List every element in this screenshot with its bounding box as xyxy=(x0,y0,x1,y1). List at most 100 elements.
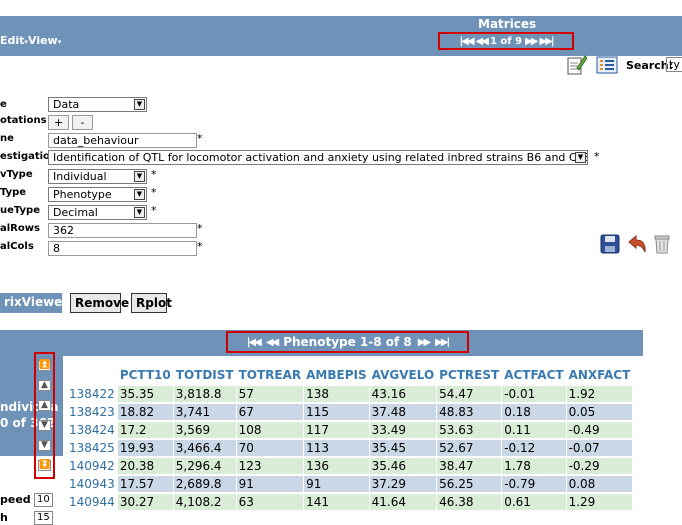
table-cell[interactable]: 0.61 xyxy=(502,494,566,510)
table-cell[interactable]: 17.57 xyxy=(117,476,173,492)
table-cell[interactable]: 48.83 xyxy=(437,404,502,420)
column-header[interactable]: ANXFACT xyxy=(567,366,633,384)
table-cell[interactable]: -0.49 xyxy=(566,422,633,438)
prev-row-icon[interactable]: ▲ xyxy=(38,400,51,412)
table-cell[interactable]: 35.45 xyxy=(369,440,437,456)
table-cell[interactable]: 0.05 xyxy=(566,404,633,420)
table-cell[interactable]: 63 xyxy=(236,494,304,510)
last-row-page-icon[interactable]: ⏬ xyxy=(38,459,51,471)
prev-row-page-icon[interactable]: ▲ xyxy=(38,380,51,392)
type-select[interactable]: Data ▼ xyxy=(48,97,147,112)
table-cell[interactable]: 3,466.4 xyxy=(173,440,236,456)
table-cell[interactable]: 3,741 xyxy=(173,404,236,420)
menu-view[interactable]: View▾ xyxy=(28,34,61,47)
row-id-link[interactable]: 140944 xyxy=(67,494,117,510)
column-header[interactable]: PCTT10 xyxy=(118,366,173,384)
table-cell[interactable]: 2,689.8 xyxy=(173,476,236,492)
first-row-page-icon[interactable]: ⏫ xyxy=(38,360,51,372)
trash-icon[interactable] xyxy=(652,233,672,255)
table-cell[interactable]: 37.29 xyxy=(369,476,437,492)
table-cell[interactable]: 108 xyxy=(236,422,304,438)
rowtype-select[interactable]: Individual ▼ xyxy=(48,169,147,184)
table-cell[interactable]: 41.64 xyxy=(369,494,437,510)
investigation-select[interactable]: Identification of QTL for locomotor acti… xyxy=(48,150,588,165)
table-cell[interactable]: 67 xyxy=(236,404,304,420)
table-cell[interactable]: 138 xyxy=(304,386,369,402)
remove-annotation-button[interactable]: - xyxy=(72,115,93,130)
menu-edit[interactable]: Edit▾ xyxy=(0,34,28,47)
table-cell[interactable]: 46.38 xyxy=(437,494,502,510)
undo-icon[interactable] xyxy=(625,233,649,255)
totalrows-input[interactable]: 362 xyxy=(48,223,197,238)
table-cell[interactable]: 19.93 xyxy=(117,440,173,456)
table-cell[interactable]: 91 xyxy=(236,476,304,492)
table-cell[interactable]: 56.25 xyxy=(437,476,502,492)
table-cell[interactable]: -0.12 xyxy=(502,440,566,456)
table-cell[interactable]: 30.27 xyxy=(117,494,173,510)
column-header[interactable]: TOTDIST xyxy=(174,366,236,384)
table-cell[interactable]: 141 xyxy=(304,494,369,510)
row-id-link[interactable]: 140942 xyxy=(67,458,117,474)
next-page-icon[interactable]: ▶▶ xyxy=(525,36,538,47)
table-cell[interactable]: 70 xyxy=(236,440,304,456)
table-cell[interactable]: -0.79 xyxy=(502,476,566,492)
remove-button[interactable]: Remove xyxy=(70,293,129,313)
first-page-icon[interactable]: |◀◀ xyxy=(460,36,475,47)
table-cell[interactable]: 38.47 xyxy=(437,458,502,474)
save-icon[interactable] xyxy=(599,233,621,255)
prev-page-icon[interactable]: ◀◀ xyxy=(266,337,279,348)
height-input[interactable]: 15 xyxy=(34,511,53,525)
speed-input[interactable]: 10 xyxy=(34,493,53,507)
table-cell[interactable]: 113 xyxy=(304,440,369,456)
valuetype-select[interactable]: Decimal ▼ xyxy=(48,205,147,220)
table-cell[interactable]: 43.16 xyxy=(369,386,437,402)
table-cell[interactable]: 17.2 xyxy=(117,422,173,438)
totalcols-input[interactable]: 8 xyxy=(48,241,197,256)
row-id-link[interactable]: 138424 xyxy=(67,422,117,438)
table-cell[interactable]: 3,569 xyxy=(173,422,236,438)
column-header[interactable]: AMBEPIS xyxy=(304,366,368,384)
table-cell[interactable]: 5,296.4 xyxy=(173,458,236,474)
column-header[interactable]: AVGVELO xyxy=(370,366,437,384)
rplot-button[interactable]: Rplot xyxy=(131,293,172,313)
table-cell[interactable]: -0.01 xyxy=(502,386,566,402)
column-header[interactable]: PCTREST xyxy=(437,366,501,384)
table-cell[interactable]: 35.35 xyxy=(117,386,173,402)
next-row-icon[interactable]: ▼ xyxy=(38,419,51,431)
table-cell[interactable]: 4,108.2 xyxy=(173,494,236,510)
table-cell[interactable]: 0.08 xyxy=(566,476,633,492)
list-icon[interactable] xyxy=(596,56,618,74)
prev-page-icon[interactable]: ◀◀ xyxy=(476,36,489,47)
table-cell[interactable]: 91 xyxy=(304,476,369,492)
column-header[interactable]: ACTFACT xyxy=(502,366,565,384)
table-cell[interactable]: 136 xyxy=(304,458,369,474)
search-input[interactable]: ty xyxy=(666,57,682,72)
last-page-icon[interactable]: ▶▶| xyxy=(539,36,554,47)
edit-icon[interactable] xyxy=(565,54,587,76)
table-cell[interactable]: 37.48 xyxy=(369,404,437,420)
add-annotation-button[interactable]: + xyxy=(48,115,69,130)
table-cell[interactable]: 117 xyxy=(304,422,369,438)
last-page-icon[interactable]: ▶▶| xyxy=(435,337,450,348)
table-cell[interactable]: -0.07 xyxy=(566,440,633,456)
table-cell[interactable]: 53.63 xyxy=(437,422,502,438)
tab-matrix-viewer[interactable]: rixViewer xyxy=(0,293,68,313)
row-id-link[interactable]: 140943 xyxy=(67,476,117,492)
table-cell[interactable]: 20.38 xyxy=(117,458,173,474)
table-cell[interactable]: 0.11 xyxy=(502,422,566,438)
table-cell[interactable]: 115 xyxy=(304,404,369,420)
table-cell[interactable]: 33.49 xyxy=(369,422,437,438)
row-id-link[interactable]: 138422 xyxy=(67,386,117,402)
name-input[interactable]: data_behaviour xyxy=(48,133,197,148)
table-cell[interactable]: 1.78 xyxy=(502,458,566,474)
table-cell[interactable]: 123 xyxy=(236,458,304,474)
table-cell[interactable]: 54.47 xyxy=(437,386,502,402)
table-cell[interactable]: -0.29 xyxy=(566,458,633,474)
table-cell[interactable]: 52.67 xyxy=(437,440,502,456)
coltype-select[interactable]: Phenotype ▼ xyxy=(48,187,147,202)
table-cell[interactable]: 3,818.8 xyxy=(173,386,236,402)
table-cell[interactable]: 35.46 xyxy=(369,458,437,474)
table-cell[interactable]: 0.18 xyxy=(502,404,566,420)
column-header[interactable]: TOTREAR xyxy=(237,366,304,384)
table-cell[interactable]: 18.82 xyxy=(117,404,173,420)
